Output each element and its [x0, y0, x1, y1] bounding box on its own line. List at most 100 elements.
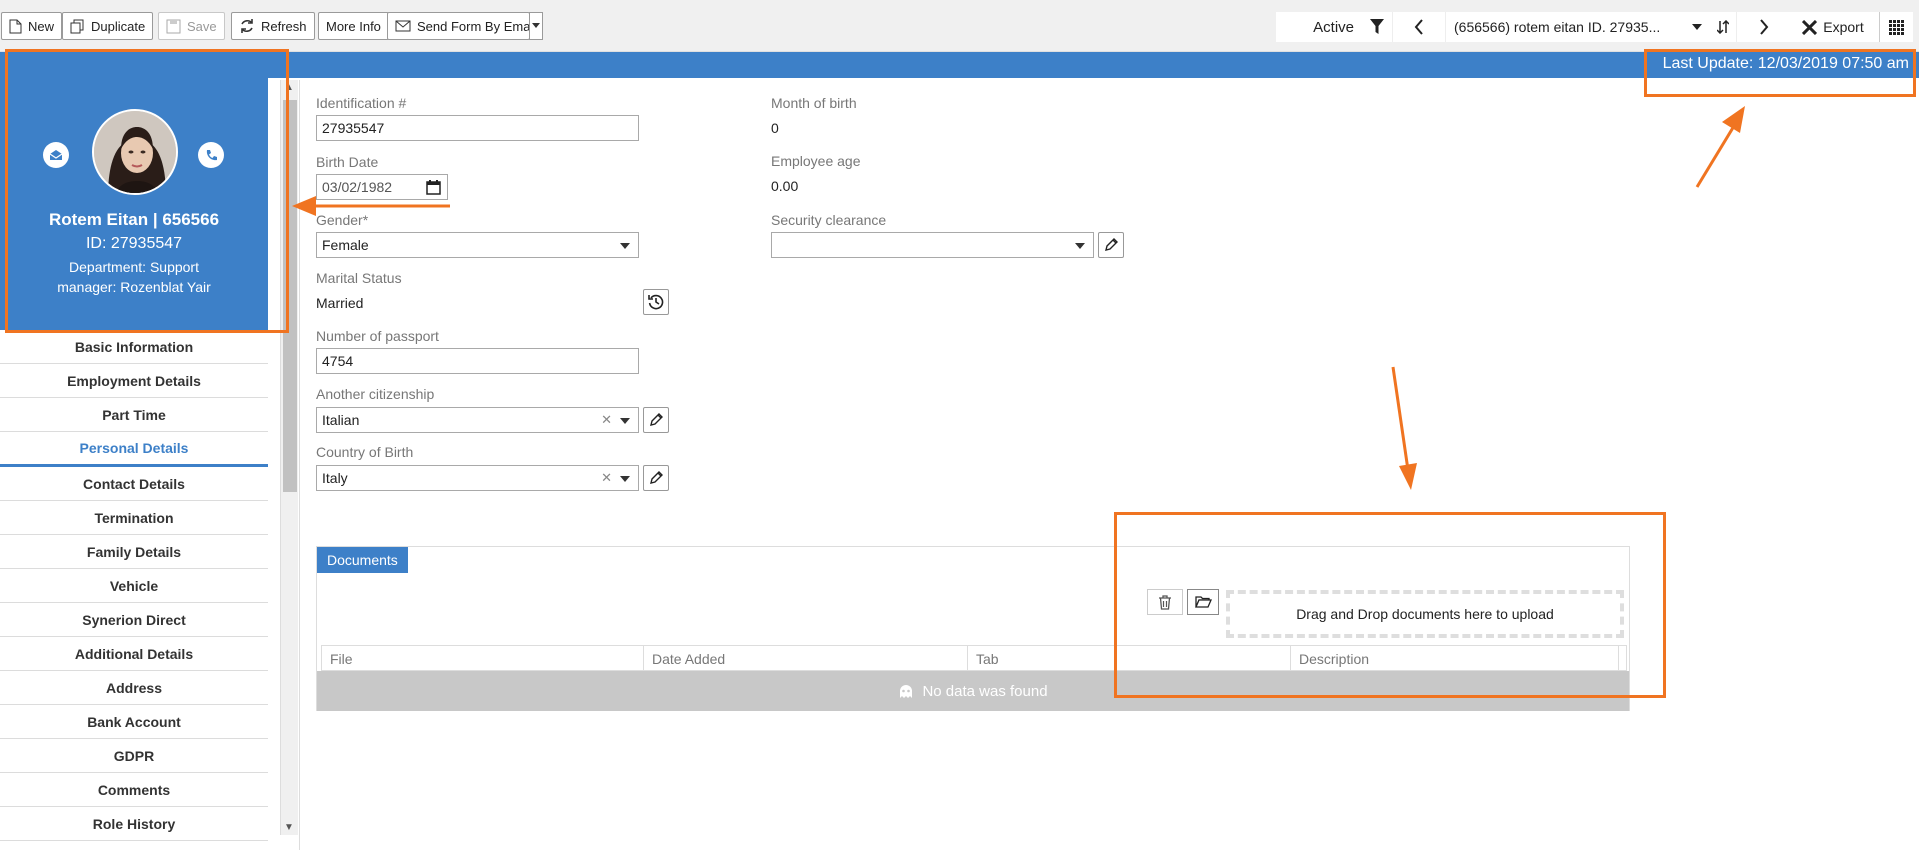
caret-down-icon — [620, 476, 630, 482]
toolbar: New Duplicate Save Refresh More Info Sen… — [0, 0, 1919, 52]
duplicate-label: Duplicate — [91, 18, 146, 34]
citizenship-label: Another citizenship — [316, 386, 435, 402]
marital-status-value: Married — [316, 295, 364, 311]
sidebar-item-termination[interactable]: Termination — [0, 501, 268, 535]
gender-select[interactable]: Female — [316, 232, 639, 258]
passport-input[interactable]: 4754 — [316, 348, 639, 374]
empty-state-text: No data was found — [922, 682, 1048, 700]
chevron-left-icon — [1414, 19, 1423, 35]
gender-value: Female — [322, 237, 369, 253]
sidebar-item-bank-account[interactable]: Bank Account — [0, 705, 268, 739]
chevron-right-icon — [1759, 19, 1768, 35]
caret-down-icon — [1075, 243, 1085, 249]
excel-icon — [1802, 19, 1818, 35]
send-form-button[interactable]: Send Form By Email — [387, 12, 536, 40]
duplicate-button[interactable]: Duplicate — [62, 12, 154, 40]
record-navigator: Active (656566) rotem eitan ID. 27935... — [1276, 12, 1790, 42]
ghost-icon — [900, 684, 913, 698]
country-of-birth-label: Country of Birth — [316, 444, 414, 460]
gender-label: Gender* — [316, 212, 369, 228]
passport-label: Number of passport — [316, 328, 439, 344]
more-info-button[interactable]: More Info — [318, 12, 389, 40]
clear-icon[interactable]: ✕ — [601, 470, 612, 486]
citizenship-select[interactable]: Italian ✕ — [316, 407, 639, 433]
birth-date-input[interactable]: 03/02/1982 — [316, 174, 448, 200]
documents-tab[interactable]: Documents — [317, 547, 408, 573]
security-clearance-label: Security clearance — [771, 212, 887, 228]
export-button[interactable]: Export — [1787, 12, 1879, 42]
month-of-birth-label: Month of birth — [771, 95, 857, 111]
security-clearance-edit-button[interactable] — [1098, 232, 1124, 258]
clear-icon[interactable]: ✕ — [601, 412, 612, 428]
column-chooser-button[interactable] — [1879, 12, 1913, 42]
new-file-icon — [9, 19, 22, 33]
birth-date-label: Birth Date — [316, 154, 379, 170]
previous-record-button[interactable] — [1392, 12, 1446, 42]
history-icon — [648, 294, 664, 310]
sidebar-item-family-details[interactable]: Family Details — [0, 535, 268, 569]
sidebar-item-address[interactable]: Address — [0, 671, 268, 705]
marital-status-label: Marital Status — [316, 270, 402, 286]
column-header-date-added[interactable]: Date Added — [644, 646, 968, 670]
save-icon — [166, 19, 181, 33]
sidebar-nav: Basic Information Employment Details Par… — [0, 330, 268, 841]
sort-icon — [1717, 20, 1729, 34]
sidebar-item-basic-information[interactable]: Basic Information — [0, 330, 268, 364]
employee-age-label: Employee age — [771, 153, 861, 169]
citizenship-edit-button[interactable] — [643, 407, 669, 433]
caret-down-icon — [532, 23, 540, 28]
calendar-icon[interactable] — [426, 180, 441, 195]
filter-icon — [1370, 19, 1384, 34]
save-button[interactable]: Save — [158, 12, 225, 40]
duplicate-icon — [70, 19, 84, 33]
country-of-birth-select[interactable]: Italy ✕ — [316, 465, 639, 491]
sort-button[interactable] — [1710, 20, 1736, 34]
envelope-icon — [395, 20, 411, 32]
record-dropdown[interactable] — [1684, 24, 1710, 30]
birth-date-value: 03/02/1982 — [322, 179, 393, 195]
refresh-label: Refresh — [261, 18, 307, 34]
sidebar-item-contact-details[interactable]: Contact Details — [0, 467, 268, 501]
content-divider — [299, 80, 300, 850]
send-form-label: Send Form By Email — [417, 18, 537, 34]
refresh-icon — [241, 19, 253, 33]
country-of-birth-edit-button[interactable] — [643, 465, 669, 491]
sidebar-item-synerion-direct[interactable]: Synerion Direct — [0, 603, 268, 637]
new-label: New — [28, 18, 55, 34]
pencil-icon — [1105, 238, 1118, 251]
marital-status-history-button[interactable] — [643, 289, 669, 315]
sidebar-item-vehicle[interactable]: Vehicle — [0, 569, 268, 603]
export-label: Export — [1823, 19, 1864, 35]
employee-age-value: 0.00 — [771, 178, 799, 194]
sidebar-item-gdpr[interactable]: GDPR — [0, 739, 268, 773]
caret-down-icon — [620, 243, 630, 249]
refresh-button[interactable]: Refresh — [231, 12, 315, 40]
next-record-button[interactable] — [1736, 12, 1790, 42]
highlight-last-update — [1644, 49, 1916, 97]
sidebar-item-part-time[interactable]: Part Time — [0, 398, 268, 432]
caret-down-icon — [620, 418, 630, 424]
pencil-icon — [650, 471, 663, 484]
security-clearance-select[interactable] — [771, 232, 1094, 258]
caret-down-icon — [1692, 24, 1702, 30]
new-button[interactable]: New — [1, 12, 63, 40]
identification-label: Identification # — [316, 95, 407, 111]
sidebar-item-employment-details[interactable]: Employment Details — [0, 364, 268, 398]
citizenship-value: Italian — [322, 412, 360, 428]
status-label: Active — [1313, 18, 1354, 36]
save-label: Save — [187, 18, 217, 34]
filter-button[interactable] — [1362, 19, 1392, 35]
highlight-documents-upload — [1114, 512, 1666, 698]
sidebar-item-personal-details[interactable]: Personal Details — [0, 432, 268, 467]
record-select[interactable]: (656566) rotem eitan ID. 27935... — [1446, 19, 1684, 35]
scroll-down-icon[interactable]: ▼ — [284, 822, 294, 833]
send-form-dropdown[interactable] — [529, 12, 543, 40]
identification-input[interactable]: 27935547 — [316, 115, 639, 141]
column-header-file[interactable]: File — [322, 646, 644, 670]
highlight-profile-card — [5, 49, 289, 333]
sidebar-item-comments[interactable]: Comments — [0, 773, 268, 807]
sidebar-item-role-history[interactable]: Role History — [0, 807, 268, 841]
sidebar-item-additional-details[interactable]: Additional Details — [0, 637, 268, 671]
country-of-birth-value: Italy — [322, 470, 348, 486]
grid-icon — [1889, 19, 1904, 35]
